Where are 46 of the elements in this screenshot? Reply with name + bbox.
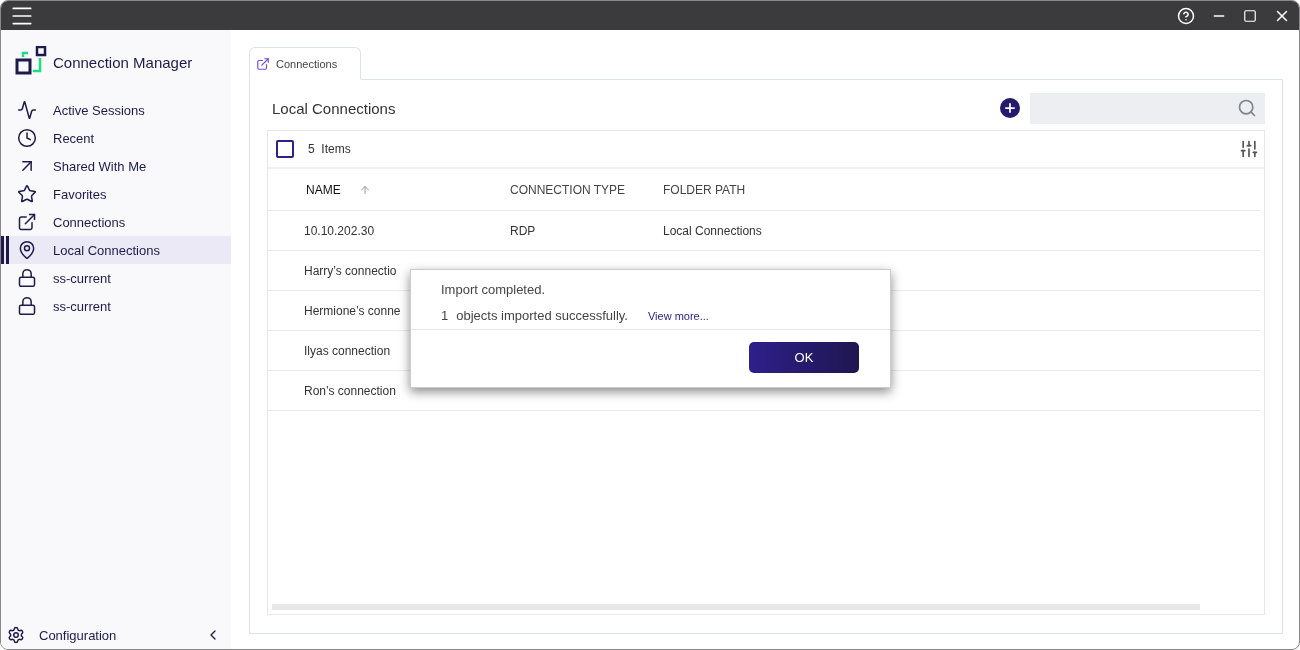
column-header[interactable]: NAME (306, 182, 341, 197)
sidebar-item[interactable]: Local Connections (1, 236, 231, 264)
clock-icon (17, 128, 37, 148)
search-field[interactable] (1030, 92, 1265, 124)
plus-icon (1003, 101, 1017, 115)
help-icon[interactable] (1177, 6, 1195, 25)
sidebar-item[interactable]: Active Sessions (1, 96, 231, 124)
search-icon (1237, 98, 1257, 118)
sidebar-item[interactable]: ss-current (1, 292, 231, 320)
dialog-message: Import completed. (441, 282, 546, 297)
select-all-checkbox[interactable] (276, 140, 294, 158)
lock-icon (17, 296, 37, 316)
location-pin-icon (17, 240, 37, 260)
item-count: 5 Items (308, 142, 351, 156)
pulse-icon (17, 100, 37, 120)
add-button[interactable] (1000, 98, 1020, 118)
maximize-icon[interactable] (1243, 8, 1257, 23)
import-detail: objects imported successfully. (456, 308, 628, 323)
external-link-icon (17, 212, 37, 232)
column-header[interactable]: FOLDER PATH (663, 182, 746, 197)
star-icon (17, 184, 37, 204)
table-cell: 10.10.202.30 (304, 223, 375, 238)
logo-icon (15, 46, 47, 78)
table-cell: RDP (510, 223, 536, 238)
tab[interactable]: Connections (249, 47, 361, 80)
table-cell: Hermione’s conne (304, 303, 401, 318)
sidebar-item[interactable]: Recent (1, 124, 231, 152)
sidebar-item[interactable]: Shared With Me (1, 152, 231, 180)
view-more-link[interactable]: View more... (647, 309, 709, 322)
external-link-icon (256, 56, 270, 71)
table-cell: Local Connections (663, 223, 762, 238)
filter-settings-icon[interactable] (1239, 139, 1259, 159)
column-header[interactable]: CONNECTION TYPE (510, 182, 626, 197)
sidebar-item[interactable]: Connections (1, 208, 231, 236)
table-cell: Ron’s connection (304, 383, 396, 398)
configuration-item[interactable]: Configuration (1, 621, 231, 649)
panel-title: Local Connections (272, 99, 396, 117)
lock-icon (17, 268, 37, 288)
ok-button[interactable]: OK (749, 342, 859, 373)
settings-icon (7, 626, 25, 644)
sidebar-item[interactable]: Favorites (1, 180, 231, 208)
import-count: 1 (441, 308, 449, 323)
table-cell: Ilyas connection (304, 343, 391, 358)
table-cell: Harry’s connectio (304, 263, 397, 278)
app-title: Connection Manager (53, 53, 193, 71)
sidebar-item[interactable]: ss-current (1, 264, 231, 292)
